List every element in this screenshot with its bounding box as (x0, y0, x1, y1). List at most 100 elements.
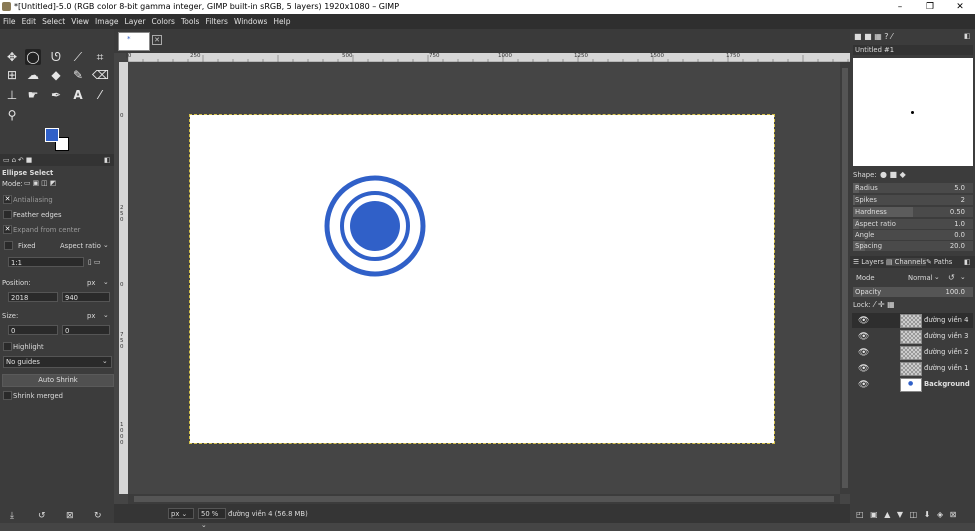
image-tab-thumbnail[interactable]: * (118, 32, 150, 51)
guides-dropdown[interactable]: No guides (3, 356, 112, 368)
paintbrush-tool-icon[interactable]: ✎ (70, 67, 86, 83)
position-y-input[interactable]: 940 (62, 292, 110, 302)
shrink-merged-checkbox[interactable] (3, 391, 12, 400)
layer-row[interactable]: 👁 đường viền 1 (852, 361, 973, 376)
menu-select[interactable]: Select (39, 14, 68, 29)
tab-layers[interactable]: ☰ Layers (853, 258, 884, 266)
fuzzy-select-tool-icon[interactable]: ⟋ (70, 49, 86, 65)
restore-icon[interactable]: ↺ (38, 511, 46, 521)
size-width-input[interactable]: 0 (8, 325, 58, 335)
radius-slider[interactable]: Radius 5.0 (853, 183, 973, 193)
foreground-color-swatch[interactable] (45, 128, 59, 142)
expand-from-center-checkbox[interactable]: ✕ (3, 225, 12, 234)
horizontal-scrollbar[interactable] (128, 494, 840, 504)
visibility-eye-icon[interactable]: 👁 (858, 348, 869, 358)
aspect-ratio-input[interactable]: 1:1 (8, 257, 84, 267)
color-picker-tool-icon[interactable]: ⁄ (92, 87, 108, 103)
feather-edges-checkbox[interactable] (3, 210, 12, 219)
hardness-slider[interactable]: Hardness 0.50 (853, 207, 973, 217)
layer-action-icons[interactable]: ◰ ▣ ▲ ▼ ◫ ⬇ ◈ ⊠ (856, 510, 956, 519)
layer-row[interactable]: 👁 ● Background (852, 377, 973, 392)
visibility-eye-icon[interactable]: 👁 (858, 380, 869, 390)
tab-paths[interactable]: ✎ Paths (926, 258, 952, 266)
zoom-tool-icon[interactable]: ⚲ (4, 107, 20, 123)
position-unit-dropdown[interactable]: px (87, 279, 95, 287)
clone-tool-icon[interactable]: ⊥ (4, 87, 20, 103)
unit-dropdown[interactable]: px ⌄ (168, 508, 194, 519)
aspect-ratio-slider[interactable]: Aspect ratio 1.0 (853, 219, 973, 229)
tab-channels[interactable]: ▤ Channels (886, 258, 927, 266)
panel-menu-icon[interactable]: ◧ (104, 156, 110, 164)
size-label: Size: (2, 312, 19, 320)
text-tool-icon[interactable]: A (70, 87, 86, 103)
lock-buttons[interactable]: ⁄ ✛ ▦ (874, 300, 895, 309)
menu-filters[interactable]: Filters (202, 14, 230, 29)
panel-menu-icon[interactable]: ◧ (964, 32, 970, 40)
visibility-eye-icon[interactable]: 👁 (858, 316, 869, 326)
eraser-tool-icon[interactable]: ⌫ (92, 67, 109, 83)
panel-menu-icon[interactable]: ◧ (964, 258, 970, 266)
menu-tools[interactable]: Tools (178, 14, 202, 29)
chevron-down-icon[interactable]: ⌄ (960, 273, 966, 281)
close-window-button[interactable]: ✕ (945, 0, 975, 14)
fixed-mode-dropdown[interactable]: Aspect ratio (60, 242, 101, 250)
horizontal-scroll-thumb[interactable] (134, 496, 834, 502)
save-tool-preset-icon[interactable]: ⤓ (10, 511, 14, 521)
visibility-eye-icon[interactable]: 👁 (858, 332, 869, 342)
menu-colors[interactable]: Colors (148, 14, 178, 29)
chevron-down-icon[interactable]: ⌄ (103, 311, 109, 319)
ellipse-select-tool-icon[interactable]: ◯ (25, 49, 41, 65)
antialiasing-checkbox[interactable]: ✕ (3, 195, 12, 204)
layer-row[interactable]: 👁 đường viền 3 (852, 329, 973, 344)
close-tab-icon[interactable]: ✕ (152, 35, 162, 45)
chevron-down-icon[interactable]: ⌄ (934, 273, 940, 281)
position-x-input[interactable]: 2018 (8, 292, 58, 302)
spikes-slider[interactable]: Spikes 2 (853, 195, 973, 205)
reset-icon[interactable]: ↻ (94, 511, 102, 521)
transform-tool-icon[interactable]: ⊞ (4, 67, 20, 83)
vertical-scrollbar[interactable] (840, 62, 850, 494)
zoom-dropdown[interactable]: 50 % ⌄ (198, 508, 226, 529)
layer-row[interactable]: 👁 đường viền 4 (852, 313, 973, 328)
smudge-tool-icon[interactable]: ☛ (25, 87, 41, 103)
position-label: Position: (2, 279, 31, 287)
reset-mode-icon[interactable]: ↺ (948, 273, 955, 282)
free-select-tool-icon[interactable]: ᘎ (48, 49, 64, 65)
delete-icon[interactable]: ⊠ (66, 511, 74, 521)
menu-layer[interactable]: Layer (122, 14, 149, 29)
size-unit-dropdown[interactable]: px (87, 312, 95, 320)
menu-windows[interactable]: Windows (231, 14, 270, 29)
chevron-down-icon[interactable]: ⌄ (103, 241, 109, 249)
vertical-scroll-thumb[interactable] (842, 68, 848, 488)
image-canvas[interactable] (189, 114, 775, 444)
layer-mode-dropdown[interactable]: Normal (908, 274, 933, 282)
highlight-checkbox[interactable] (3, 342, 12, 351)
layer-row[interactable]: 👁 đường viền 2 (852, 345, 973, 360)
fixed-checkbox[interactable] (4, 241, 13, 250)
angle-slider[interactable]: Angle 0.0 (853, 230, 973, 240)
chevron-down-icon[interactable]: ⌄ (103, 278, 109, 286)
opacity-slider[interactable]: Opacity 100.0 (853, 287, 973, 297)
spacing-slider[interactable]: Spacing 20.0 (853, 241, 973, 251)
bucket-fill-tool-icon[interactable]: ◆ (48, 67, 64, 83)
move-tool-icon[interactable]: ✥ (4, 49, 20, 65)
menu-file[interactable]: File (0, 14, 19, 29)
maximize-button[interactable]: ❐ (915, 0, 945, 14)
selection-mode-buttons[interactable]: ▭ ▣ ◫ ◩ (24, 179, 56, 187)
menu-image[interactable]: Image (92, 14, 122, 29)
path-tool-icon[interactable]: ✒ (48, 87, 64, 103)
menu-edit[interactable]: Edit (19, 14, 40, 29)
dock-tab-icons[interactable]: ■ ■ ▦ ? ⁄ (854, 32, 892, 41)
menu-help[interactable]: Help (270, 14, 293, 29)
warp-tool-icon[interactable]: ☁ (25, 67, 41, 83)
ratio-portrait-landscape-icons[interactable]: ▯ ▭ (88, 258, 100, 266)
visibility-eye-icon[interactable]: 👁 (858, 364, 869, 374)
tool-options-tab-icons[interactable]: ▭ ⌂ ↶ ■ (3, 156, 32, 164)
size-height-input[interactable]: 0 (62, 325, 110, 335)
crop-tool-icon[interactable]: ⌗ (92, 49, 108, 65)
auto-shrink-button[interactable]: Auto Shrink (2, 374, 114, 387)
menu-view[interactable]: View (68, 14, 92, 29)
chevron-down-icon[interactable]: ⌄ (102, 357, 108, 365)
minimize-button[interactable]: – (885, 0, 915, 14)
brush-shape-buttons[interactable]: ● ■ ◆ (880, 170, 906, 179)
